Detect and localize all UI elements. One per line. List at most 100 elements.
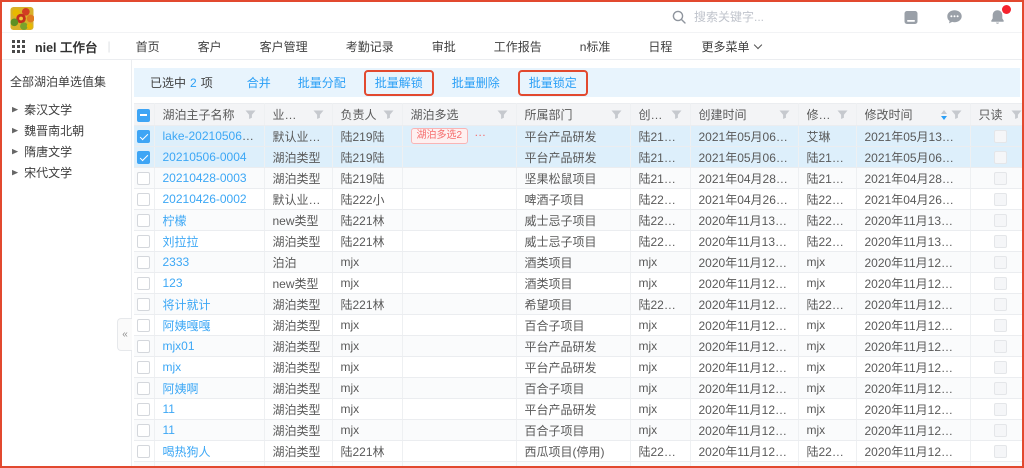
filter-icon[interactable] (497, 110, 508, 120)
filter-icon[interactable] (245, 110, 256, 120)
caret-right-icon[interactable]: ▶ (12, 126, 18, 134)
tree-item[interactable]: ▶秦汉文学 (10, 99, 123, 120)
filter-icon[interactable] (313, 110, 324, 120)
record-name-link[interactable]: 喝热狗人 (163, 445, 211, 459)
selection-suffix: 项 (201, 76, 213, 90)
row-checkbox[interactable] (137, 403, 150, 416)
record-name-link[interactable]: 20210428-0003 (163, 171, 247, 185)
caret-right-icon[interactable]: ▶ (12, 147, 18, 155)
filter-icon[interactable] (951, 110, 962, 120)
record-name-link[interactable]: 阿姨嘎嘎 (163, 319, 211, 333)
row-checkbox[interactable] (137, 214, 150, 227)
search-input[interactable] (694, 10, 834, 24)
select-all-checkbox[interactable] (137, 109, 150, 122)
business-type-cell: 湖泊类型 (264, 168, 332, 189)
record-name-link[interactable]: 11 (163, 423, 175, 437)
row-checkbox[interactable] (137, 340, 150, 353)
filter-icon[interactable] (611, 110, 622, 120)
department-cell: 坚果松鼠项目 (516, 168, 630, 189)
row-checkbox[interactable] (137, 172, 150, 185)
filter-icon[interactable] (779, 110, 790, 120)
toolbar-action-annotated[interactable]: 批量锁定 (518, 70, 588, 96)
record-name-link[interactable]: 123 (163, 276, 183, 290)
business-type-cell: 湖泊类型 (264, 336, 332, 357)
nav-item[interactable]: 日程 (629, 38, 691, 55)
toolbar-action-annotated[interactable]: 批量解锁 (364, 70, 434, 96)
caret-right-icon[interactable]: ▶ (12, 105, 18, 113)
multi-select-tags-cell (402, 273, 516, 294)
record-name-link[interactable]: lake-20210506-0005 (163, 129, 265, 143)
message-icon[interactable] (945, 8, 963, 26)
filter-icon[interactable] (837, 110, 848, 120)
filter-icon[interactable] (383, 110, 394, 120)
record-name-link[interactable]: 将计就计 (163, 298, 211, 312)
nav-item[interactable]: 审批 (413, 38, 475, 55)
row-checkbox[interactable] (137, 319, 150, 332)
notification-badge (1002, 5, 1011, 14)
creator-cell: mjx (630, 357, 690, 378)
tree-item[interactable]: ▶魏晋南北朝 (10, 120, 123, 141)
readonly-checkbox (994, 256, 1007, 269)
caret-right-icon[interactable]: ▶ (12, 168, 18, 176)
row-checkbox[interactable] (137, 235, 150, 248)
row-checkbox[interactable] (137, 277, 150, 290)
department-cell: 平台产品研发 (516, 357, 630, 378)
modifier-cell: 陆219陆 (798, 168, 856, 189)
chevron-down-icon (754, 40, 762, 48)
row-checkbox[interactable] (137, 424, 150, 437)
creator-cell: 陆222小 (630, 189, 690, 210)
row-checkbox[interactable] (137, 151, 150, 164)
row-checkbox[interactable] (137, 298, 150, 311)
row-checkbox[interactable] (137, 193, 150, 206)
global-search[interactable] (672, 10, 862, 24)
nav-item[interactable]: n标准 (561, 38, 630, 55)
toolbar-action[interactable]: 合并 (247, 76, 271, 90)
nav-item[interactable]: 客户 (179, 38, 241, 55)
row-checkbox[interactable] (137, 445, 150, 458)
column-label: 修改时间 (865, 106, 936, 123)
owner-cell: 陆221林 (332, 231, 402, 252)
sort-icon[interactable] (941, 110, 947, 120)
nav-item[interactable]: 考勤记录 (327, 38, 413, 55)
record-name-link[interactable]: 2333 (163, 255, 190, 269)
filter-icon[interactable] (671, 110, 682, 120)
filter-icon[interactable] (1011, 110, 1022, 120)
more-menu-button[interactable]: 更多菜单 (691, 38, 771, 55)
department-cell: 平台产品研发 (516, 147, 630, 168)
tree-item[interactable]: ▶隋唐文学 (10, 141, 123, 162)
created-time-cell: 2021年05月06日 17:37 (690, 126, 798, 147)
app-grid-icon[interactable] (12, 40, 25, 53)
nav-item[interactable]: 工作报告 (475, 38, 561, 55)
record-name-link[interactable]: 20210426-0002 (163, 192, 247, 206)
record-name-link[interactable]: mjx01 (163, 339, 195, 353)
record-name-link[interactable]: 刘拉拉 (163, 235, 199, 249)
toolbar-action[interactable]: 批量分配 (298, 76, 346, 90)
bell-icon[interactable] (988, 8, 1006, 26)
row-checkbox[interactable] (137, 256, 150, 269)
sidebar-collapse-button[interactable]: « (117, 318, 132, 351)
row-checkbox[interactable] (137, 130, 150, 143)
record-name-link[interactable]: 20210506-0004 (163, 150, 247, 164)
more-menu-label: 更多菜单 (701, 38, 749, 55)
column-header: 负责人 (332, 104, 402, 126)
tree-item[interactable]: ▶宋代文学 (10, 162, 123, 183)
department-cell: 啤酒子项目 (516, 189, 630, 210)
record-name-link[interactable]: 11 (163, 402, 175, 416)
multi-select-tags-cell (402, 189, 516, 210)
creator-cell: mjx (630, 315, 690, 336)
journal-icon[interactable] (902, 8, 920, 26)
owner-cell: 陆222小 (332, 189, 402, 210)
toolbar-action[interactable]: 批量删除 (452, 76, 500, 90)
nav-item[interactable]: 客户管理 (241, 38, 327, 55)
record-name-link[interactable]: 柠檬 (163, 214, 187, 228)
creator-cell: 陆221林 (630, 441, 690, 462)
record-name-link[interactable]: 阿姨啊 (163, 382, 199, 396)
app-logo-icon[interactable] (10, 7, 34, 30)
nav-item[interactable]: 首页 (117, 38, 179, 55)
row-checkbox[interactable] (137, 382, 150, 395)
business-type-cell: new类型 (264, 210, 332, 231)
record-name-link[interactable]: mjx (163, 360, 182, 374)
row-checkbox[interactable] (137, 361, 150, 374)
readonly-checkbox (994, 340, 1007, 353)
department-cell: 百合子项目 (516, 378, 630, 399)
